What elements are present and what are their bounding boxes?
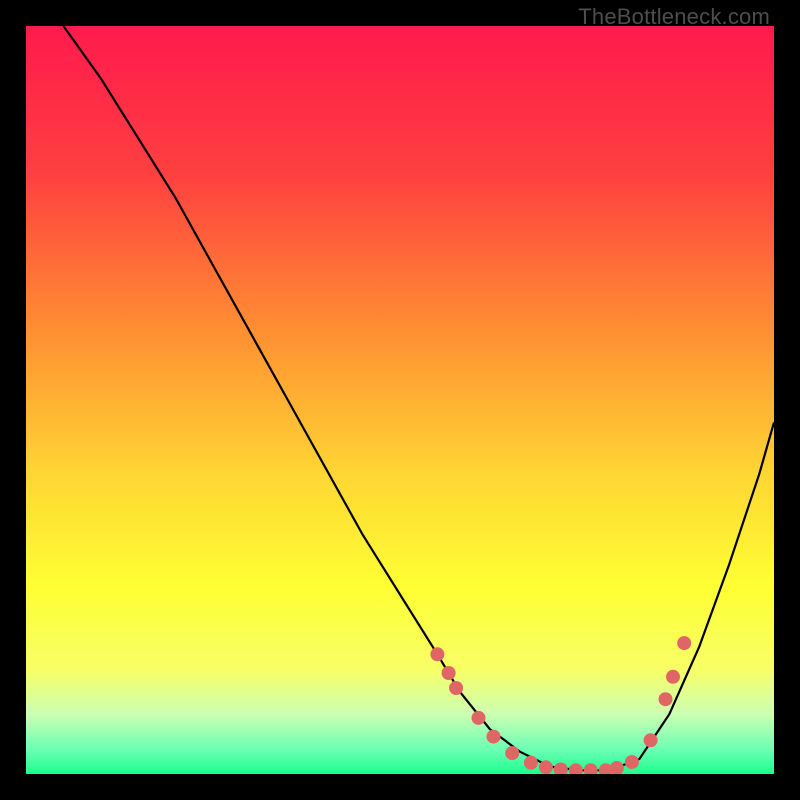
curve-marker — [487, 730, 501, 744]
plot-area — [26, 26, 774, 774]
chart-svg — [26, 26, 774, 774]
curve-marker — [625, 755, 639, 769]
curve-marker — [666, 670, 680, 684]
curve-marker — [584, 763, 598, 774]
curve-marker — [430, 647, 444, 661]
curve-marker — [677, 636, 691, 650]
curve-marker — [539, 760, 553, 774]
curve-marker — [659, 692, 673, 706]
curve-marker — [610, 761, 624, 774]
curve-marker — [442, 666, 456, 680]
watermark-text: TheBottleneck.com — [578, 4, 770, 30]
curve-marker — [644, 733, 658, 747]
outer-frame: TheBottleneck.com — [0, 0, 800, 800]
curve-marker — [524, 756, 538, 770]
curve-marker — [505, 746, 519, 760]
curve-marker — [554, 763, 568, 775]
curve-marker — [472, 711, 486, 725]
curve-marker — [569, 763, 583, 774]
curve-marker — [449, 681, 463, 695]
bottleneck-curve — [63, 26, 774, 770]
